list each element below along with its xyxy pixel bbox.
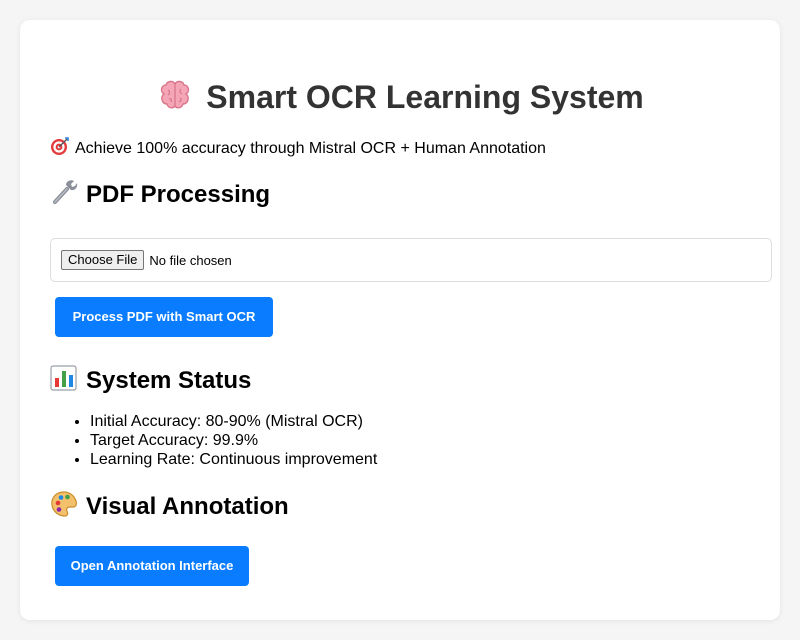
subtitle-text: Achieve 100% accuracy through Mistral OC… <box>75 140 546 157</box>
bar-chart-icon <box>50 364 78 392</box>
system-status-heading: System Status <box>50 364 251 396</box>
main-card: Smart OCR Learning System Achieve 100% a… <box>20 20 780 620</box>
system-status-heading-text: System Status <box>86 367 252 394</box>
file-upload-box: Choose File No file chosen <box>50 238 772 282</box>
brain-icon <box>156 76 194 114</box>
choose-file-button[interactable]: Choose File <box>61 250 145 270</box>
list-item: Learning Rate: Continuous improvement <box>90 450 377 469</box>
wrench-icon <box>50 178 78 206</box>
visual-annotation-heading: Visual Annotation <box>50 490 289 522</box>
page-title-text: Smart OCR Learning System <box>206 79 644 115</box>
status-list: Initial Accuracy: 80-90% (Mistral OCR) T… <box>70 412 377 469</box>
visual-annotation-heading-text: Visual Annotation <box>86 493 289 520</box>
file-status-text: No file chosen <box>149 252 232 268</box>
open-annotation-button[interactable]: Open Annotation Interface <box>55 546 249 586</box>
target-icon <box>50 137 69 156</box>
subtitle: Achieve 100% accuracy through Mistral OC… <box>50 137 546 159</box>
pdf-processing-heading: PDF Processing <box>50 178 270 210</box>
palette-icon <box>50 490 78 518</box>
page-title: Smart OCR Learning System <box>20 76 780 117</box>
list-item: Initial Accuracy: 80-90% (Mistral OCR) <box>90 412 377 431</box>
pdf-processing-heading-text: PDF Processing <box>86 181 271 208</box>
list-item: Target Accuracy: 99.9% <box>90 431 377 450</box>
process-pdf-button[interactable]: Process PDF with Smart OCR <box>55 297 273 337</box>
